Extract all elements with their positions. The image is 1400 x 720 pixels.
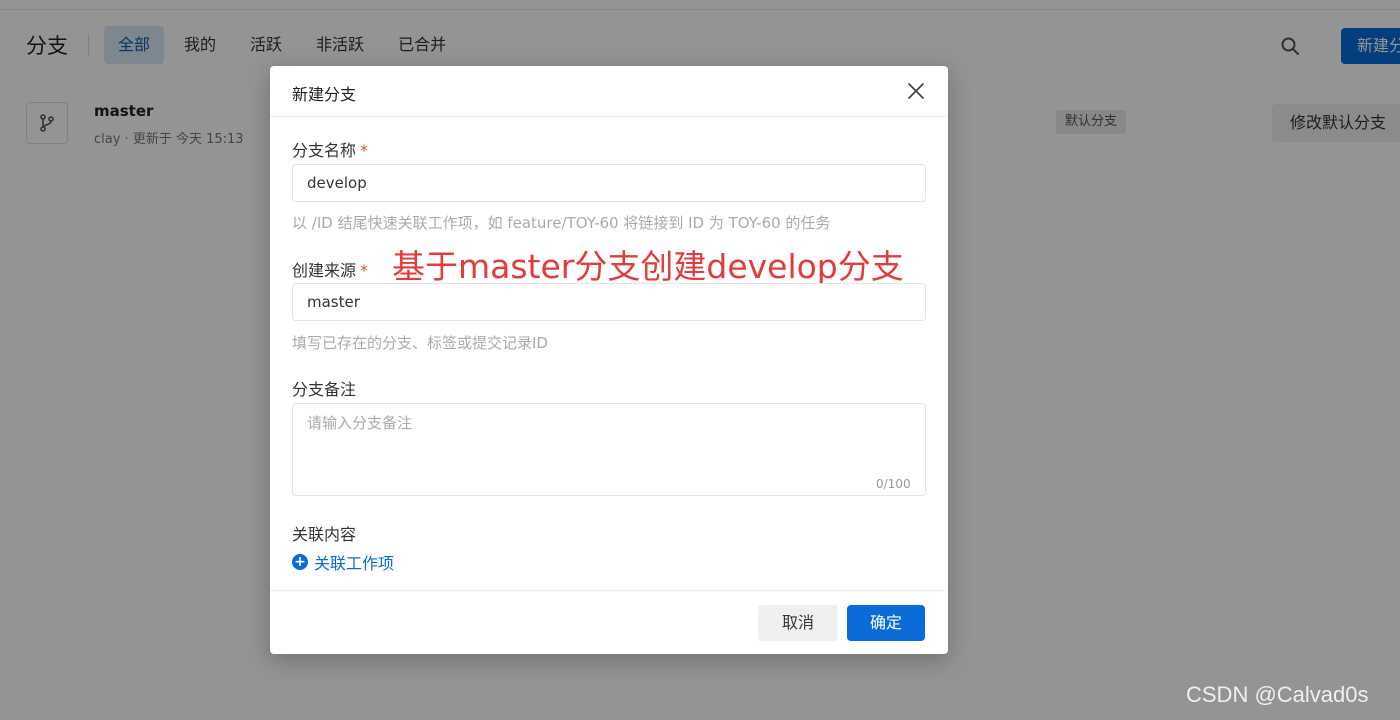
source-label-text: 创建来源 [292, 261, 357, 280]
dialog-footer: 取消 确定 [270, 590, 948, 654]
branch-name-input[interactable] [292, 164, 926, 202]
cancel-button[interactable]: 取消 [758, 605, 838, 641]
branch-name-label: 分支名称 * [292, 137, 368, 161]
plus-circle-icon: + [292, 554, 308, 570]
branch-name-label-text: 分支名称 [292, 141, 357, 160]
page: 分支 全部 我的 活跃 非活跃 已合并 新建分 master clay · 更新… [0, 0, 1400, 720]
confirm-button[interactable]: 确定 [847, 605, 925, 641]
link-work-item-button[interactable]: + 关联工作项 [292, 550, 394, 574]
note-label: 分支备注 [292, 380, 357, 399]
link-work-item-label: 关联工作项 [314, 554, 395, 573]
branch-name-hint: 以 /ID 结尾快速关联工作项，如 feature/TOY-60 将链接到 ID… [292, 214, 831, 232]
watermark: CSDN @Calvad0s [1186, 682, 1369, 707]
dialog-header: 新建分支 [270, 66, 948, 117]
new-branch-dialog: 新建分支 分支名称* 以 /ID 结尾快速关联工作项，如 feature/TOY… [270, 66, 948, 654]
annotation-text: 基于master分支创建develop分支 [392, 247, 904, 286]
required-mark: * [360, 141, 369, 160]
note-textarea[interactable] [292, 403, 926, 496]
source-label: 创建来源 * [292, 257, 368, 281]
source-hint: 填写已存在的分支、标签或提交记录ID [292, 334, 548, 352]
related-label: 关联内容 [292, 525, 357, 544]
dialog-title: 新建分支 [292, 85, 357, 104]
close-icon[interactable] [906, 81, 926, 101]
required-mark: * [360, 261, 369, 280]
source-input[interactable] [292, 283, 926, 321]
note-counter: 0/100 [876, 477, 911, 491]
